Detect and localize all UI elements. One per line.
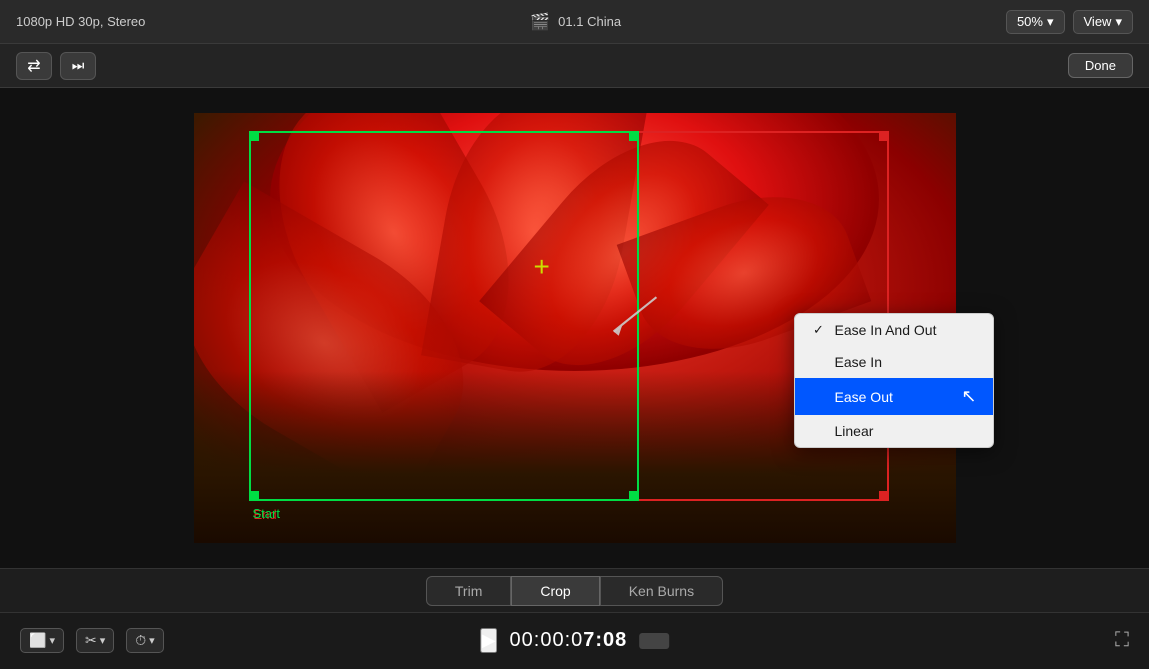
start-label: Start — [253, 506, 280, 521]
fullscreen-icon: ⛶ — [1115, 629, 1129, 651]
dropdown-item-linear[interactable]: Linear — [795, 415, 993, 447]
done-label: Done — [1085, 58, 1116, 73]
resolution-text: 1080p HD 30p, Stereo — [16, 14, 145, 29]
tab-trim[interactable]: Trim — [426, 576, 511, 606]
transform-icon: ⬜ — [29, 632, 46, 649]
done-button[interactable]: Done — [1068, 53, 1133, 78]
play-icon: ▶ — [482, 630, 496, 650]
scrubber[interactable] — [639, 633, 669, 649]
start-box-corner-bl — [249, 491, 259, 501]
tab-bar: Trim Crop Ken Burns — [0, 568, 1149, 612]
toolbar: ⇄ ⏭ Done — [0, 44, 1149, 88]
ease-in-label: Ease In — [835, 354, 882, 370]
ken-burns-tab-label: Ken Burns — [629, 583, 694, 599]
end-box-corner-tr — [879, 131, 889, 141]
zoom-button[interactable]: 50% ▾ — [1006, 10, 1065, 34]
timecode-display: 00:00:07:08 — [510, 629, 628, 652]
ease-out-label: Ease Out — [835, 389, 893, 405]
bottom-bar: ⬜ ▾ ✂ ▾ ⏱ ▾ ▶ 00:00:07:08 ⛶ — [0, 612, 1149, 668]
cursor-icon: ↖ — [961, 386, 976, 407]
step-forward-button[interactable]: ⏭ — [60, 52, 96, 80]
trim-tab-label: Trim — [455, 583, 482, 599]
project-name: 01.1 China — [558, 14, 621, 29]
bottom-right-tools: ⛶ — [1115, 629, 1129, 652]
crosshair: + — [534, 253, 550, 281]
start-crop-box[interactable]: Start — [249, 131, 639, 501]
project-info: 🎬 01.1 China — [530, 12, 621, 32]
ease-in-and-out-label: Ease In And Out — [835, 322, 937, 338]
resolution-label: 1080p HD 30p, Stereo — [16, 14, 145, 29]
transform-tool-button[interactable]: ⬜ ▾ — [20, 628, 64, 653]
video-frame: End Start + ✓ Ease In And Out — [194, 113, 956, 543]
step-forward-icon: ⏭ — [72, 57, 85, 74]
tab-ken-burns[interactable]: Ken Burns — [600, 576, 723, 606]
view-label: View — [1084, 14, 1112, 29]
top-bar: 1080p HD 30p, Stereo 🎬 01.1 China 50% ▾ … — [0, 0, 1149, 44]
timecode-text: 00:00:0 — [510, 629, 584, 651]
dropdown-item-ease-out[interactable]: Ease Out ↖ — [795, 378, 993, 415]
linear-label: Linear — [835, 423, 874, 439]
ease-in-and-out-check: ✓ — [811, 322, 827, 338]
tab-crop[interactable]: Crop — [511, 576, 599, 606]
speed-icon: ⏱ — [135, 632, 146, 649]
view-chevron-icon: ▾ — [1115, 14, 1122, 30]
swap-button[interactable]: ⇄ — [16, 52, 52, 80]
crop-tab-label: Crop — [540, 583, 570, 599]
view-button[interactable]: View ▾ — [1073, 10, 1133, 34]
start-box-corner-br — [629, 491, 639, 501]
toolbar-left: ⇄ ⏭ — [16, 52, 96, 80]
dropdown-item-ease-in[interactable]: Ease In — [795, 346, 993, 378]
blade-tool-button[interactable]: ✂ ▾ — [76, 628, 114, 653]
dropdown-item-ease-in-and-out[interactable]: ✓ Ease In And Out — [795, 314, 993, 346]
zoom-chevron-icon: ▾ — [1047, 14, 1054, 30]
timecode-frame: 7:08 — [583, 629, 627, 651]
speed-tool-button[interactable]: ⏱ ▾ — [126, 628, 163, 653]
project-icon: 🎬 — [530, 12, 550, 32]
blade-chevron-icon: ▾ — [100, 634, 106, 647]
bottom-left-tools: ⬜ ▾ ✂ ▾ ⏱ ▾ — [20, 628, 164, 653]
ease-dropdown: ✓ Ease In And Out Ease In Ease Out ↖ Lin… — [794, 313, 994, 448]
end-box-corner-br — [879, 491, 889, 501]
arrow-indicator — [605, 292, 665, 347]
top-bar-right: 50% ▾ View ▾ — [1006, 10, 1133, 34]
viewer: End Start + ✓ Ease In And Out — [0, 88, 1149, 568]
play-button[interactable]: ▶ — [480, 628, 498, 653]
start-box-corner-tl — [249, 131, 259, 141]
zoom-level: 50% — [1017, 14, 1043, 29]
swap-icon: ⇄ — [27, 56, 40, 76]
blade-icon: ✂ — [85, 632, 97, 649]
start-box-corner-tr — [629, 131, 639, 141]
speed-chevron-icon: ▾ — [149, 634, 155, 647]
playback-controls: ▶ 00:00:07:08 — [480, 628, 670, 653]
transform-chevron-icon: ▾ — [49, 634, 55, 647]
fullscreen-button[interactable]: ⛶ — [1115, 629, 1129, 652]
